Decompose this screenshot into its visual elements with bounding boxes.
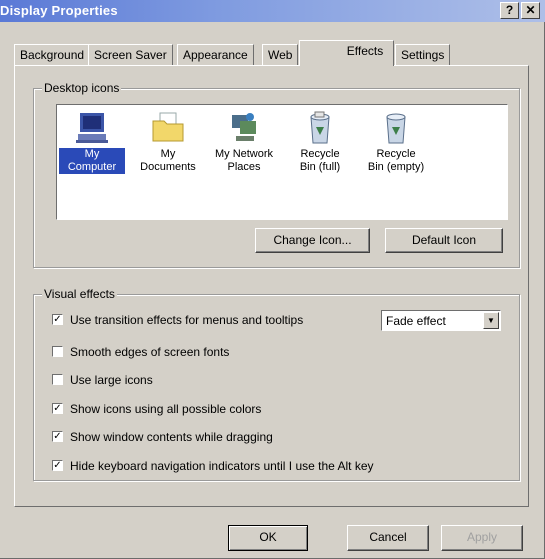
desktop-icon-recycle-bin-full[interactable]: Recycle Bin (full) <box>287 111 353 174</box>
ok-button[interactable]: OK <box>228 525 308 551</box>
desktop-icon-my-computer[interactable]: My Computer <box>59 111 125 174</box>
my-documents-icon <box>152 112 184 142</box>
tab-web[interactable]: Web <box>262 44 299 65</box>
smooth-edges-checkbox[interactable] <box>52 346 63 357</box>
chevron-down-icon[interactable]: ▼ <box>483 312 499 329</box>
tab-effects[interactable]: Effects <box>299 40 394 66</box>
desktop-icon-label: My Computer <box>59 148 125 174</box>
title-bar[interactable]: Display Properties ? ✕ <box>0 0 545 22</box>
cancel-button[interactable]: Cancel <box>347 525 429 551</box>
hide-keyboard-indicators-checkbox[interactable]: ✓ <box>52 460 63 471</box>
network-places-icon <box>232 113 256 141</box>
help-button[interactable]: ? <box>500 2 519 19</box>
tab-background[interactable]: Background <box>14 44 91 65</box>
option-label: Use large icons <box>70 373 153 387</box>
show-contents-dragging-checkbox[interactable]: ✓ <box>52 431 63 442</box>
visual-effects-group-label: Visual effects <box>42 287 117 301</box>
display-properties-window: Display Properties ? ✕ Background Screen… <box>0 0 545 559</box>
option-label: Use transition effects for menus and too… <box>70 313 304 327</box>
window-title: Display Properties <box>0 3 118 18</box>
apply-button[interactable]: Apply <box>441 525 523 551</box>
recycle-bin-empty-icon <box>386 113 406 144</box>
tab-settings[interactable]: Settings <box>395 44 451 65</box>
transition-effects-checkbox[interactable]: ✓ <box>52 314 63 325</box>
dropdown-selected-value: Fade effect <box>386 314 446 328</box>
desktop-icons-list[interactable]: My Computer My Documents My Network Plac… <box>56 104 508 220</box>
default-icon-button[interactable]: Default Icon <box>385 228 503 253</box>
tab-screen-saver[interactable]: Screen Saver <box>88 44 173 65</box>
option-label: Show window contents while dragging <box>70 430 273 444</box>
desktop-icons-group-label: Desktop icons <box>42 81 122 95</box>
desktop-icon-label: My Documents <box>140 148 196 173</box>
close-button[interactable]: ✕ <box>521 2 540 19</box>
desktop-icon-label: Recycle Bin (full) <box>299 148 341 173</box>
all-colors-checkbox[interactable]: ✓ <box>52 403 63 414</box>
desktop-icon-label: My Network Places <box>214 148 274 173</box>
option-label: Hide keyboard navigation indicators unti… <box>70 459 374 473</box>
option-label: Show icons using all possible colors <box>70 402 262 416</box>
change-icon-button[interactable]: Change Icon... <box>255 228 370 253</box>
desktop-icon-my-documents[interactable]: My Documents <box>135 111 201 174</box>
option-label: Smooth edges of screen fonts <box>70 345 230 359</box>
large-icons-checkbox[interactable] <box>52 374 63 385</box>
my-computer-icon <box>76 113 108 143</box>
recycle-bin-full-icon <box>310 111 330 144</box>
tab-appearance[interactable]: Appearance <box>177 44 254 65</box>
desktop-icon-network-places[interactable]: My Network Places <box>211 111 277 174</box>
desktop-icon-recycle-bin-empty[interactable]: Recycle Bin (empty) <box>363 111 429 174</box>
transition-effect-dropdown[interactable]: Fade effect ▼ <box>381 310 501 331</box>
desktop-icon-label: Recycle Bin (empty) <box>367 148 425 173</box>
